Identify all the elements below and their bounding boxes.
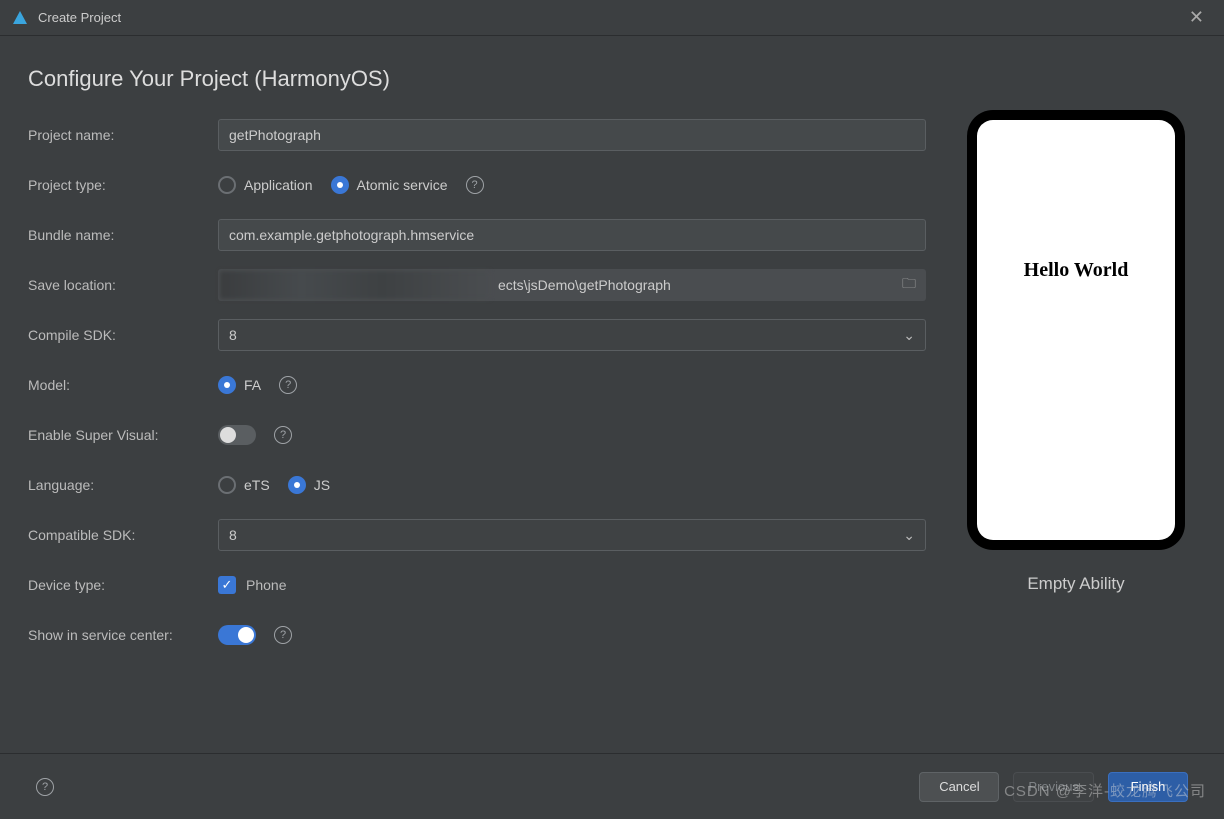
super-visual-toggle[interactable] bbox=[218, 425, 256, 445]
compile-sdk-value: 8 bbox=[229, 327, 237, 343]
phone-checkbox[interactable]: ✓ bbox=[218, 576, 236, 594]
project-name-input[interactable]: getPhotograph bbox=[218, 119, 926, 151]
radio-application[interactable]: Application bbox=[218, 176, 313, 194]
radio-js-label: JS bbox=[314, 477, 330, 493]
help-model-icon[interactable]: ? bbox=[279, 376, 297, 394]
save-location-value: ects\jsDemo\getPhotograph bbox=[498, 277, 671, 293]
super-visual-label: Enable Super Visual: bbox=[28, 427, 218, 443]
finish-button[interactable]: Finish bbox=[1108, 772, 1188, 802]
app-logo-icon bbox=[12, 10, 28, 26]
radio-circle-icon bbox=[218, 476, 236, 494]
compile-sdk-label: Compile SDK: bbox=[28, 327, 218, 343]
project-type-label: Project type: bbox=[28, 177, 218, 193]
compile-sdk-select[interactable]: 8 ⌄ bbox=[218, 319, 926, 351]
help-icon[interactable]: ? bbox=[36, 778, 54, 796]
bundle-name-value: com.example.getphotograph.hmservice bbox=[229, 227, 474, 243]
radio-js[interactable]: JS bbox=[288, 476, 330, 494]
project-name-value: getPhotograph bbox=[229, 127, 321, 143]
close-icon[interactable]: ✕ bbox=[1181, 3, 1212, 32]
help-project-type-icon[interactable]: ? bbox=[466, 176, 484, 194]
preview-panel: Hello World Empty Ability bbox=[956, 110, 1196, 660]
previous-label: Previous bbox=[1028, 779, 1079, 794]
radio-fa-label: FA bbox=[244, 377, 261, 393]
radio-circle-icon bbox=[288, 476, 306, 494]
radio-model-fa[interactable]: FA bbox=[218, 376, 261, 394]
radio-application-label: Application bbox=[244, 177, 313, 193]
phone-screen: Hello World bbox=[977, 120, 1175, 540]
phone-mockup: Hello World bbox=[967, 110, 1185, 550]
chevron-down-icon: ⌄ bbox=[903, 327, 915, 344]
compatible-sdk-value: 8 bbox=[229, 527, 237, 543]
compatible-sdk-label: Compatible SDK: bbox=[28, 527, 218, 543]
service-center-toggle[interactable] bbox=[218, 625, 256, 645]
folder-browse-icon[interactable]: 🗀 bbox=[902, 273, 916, 297]
help-service-center-icon[interactable]: ? bbox=[274, 626, 292, 644]
bottom-bar: ? Cancel Previous Finish bbox=[0, 753, 1224, 819]
finish-label: Finish bbox=[1131, 779, 1166, 794]
chevron-down-icon: ⌄ bbox=[903, 527, 915, 544]
radio-atomic-service[interactable]: Atomic service bbox=[331, 176, 448, 194]
page-title: Configure Your Project (HarmonyOS) bbox=[0, 36, 1224, 110]
hello-world-text: Hello World bbox=[1024, 259, 1129, 282]
radio-ets[interactable]: eTS bbox=[218, 476, 270, 494]
preview-caption: Empty Ability bbox=[1027, 574, 1124, 594]
redacted-path bbox=[220, 271, 490, 299]
compatible-sdk-select[interactable]: 8 ⌄ bbox=[218, 519, 926, 551]
bundle-name-input[interactable]: com.example.getphotograph.hmservice bbox=[218, 219, 926, 251]
radio-ets-label: eTS bbox=[244, 477, 270, 493]
previous-button[interactable]: Previous bbox=[1013, 772, 1094, 802]
model-label: Model: bbox=[28, 377, 218, 393]
save-location-input[interactable]: ects\jsDemo\getPhotograph 🗀 bbox=[218, 269, 926, 301]
radio-circle-icon bbox=[218, 176, 236, 194]
help-super-visual-icon[interactable]: ? bbox=[274, 426, 292, 444]
save-location-label: Save location: bbox=[28, 277, 218, 293]
device-type-label: Device type: bbox=[28, 577, 218, 593]
cancel-button[interactable]: Cancel bbox=[919, 772, 999, 802]
project-form: Project name: getPhotograph Project type… bbox=[28, 110, 926, 660]
radio-atomic-label: Atomic service bbox=[357, 177, 448, 193]
window-title: Create Project bbox=[38, 10, 121, 25]
cancel-label: Cancel bbox=[939, 779, 979, 794]
phone-label: Phone bbox=[246, 577, 286, 593]
project-name-label: Project name: bbox=[28, 127, 218, 143]
language-label: Language: bbox=[28, 477, 218, 493]
bundle-name-label: Bundle name: bbox=[28, 227, 218, 243]
radio-circle-icon bbox=[218, 376, 236, 394]
titlebar: Create Project ✕ bbox=[0, 0, 1224, 36]
service-center-label: Show in service center: bbox=[28, 627, 218, 643]
radio-circle-icon bbox=[331, 176, 349, 194]
